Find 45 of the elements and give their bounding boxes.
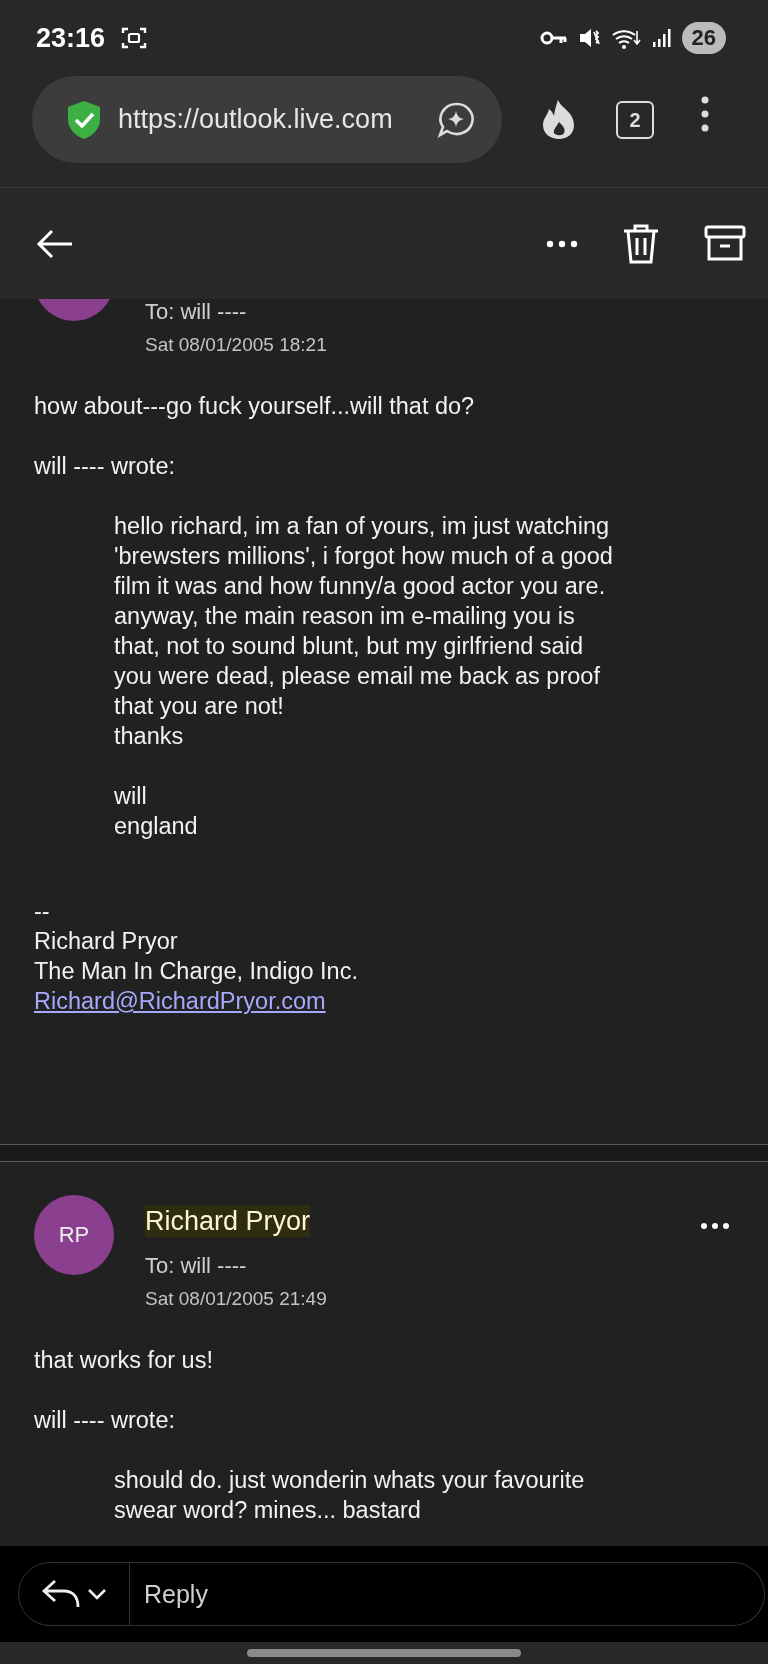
chevron-down-icon (87, 1588, 107, 1600)
screenshot-icon (121, 26, 148, 50)
reply-field[interactable]: Reply (130, 1562, 765, 1626)
status-time: 23:16 (36, 22, 106, 54)
more-icon[interactable] (546, 239, 578, 248)
quoted-text: swear word? mines... bastard (114, 1496, 422, 1525)
battery-indicator: 26 (681, 22, 726, 54)
quoted-text: that, not to sound blunt, but my girlfriend said (114, 632, 584, 661)
quoted-text: 'brewsters millions', i forgot how much of a good (114, 542, 614, 571)
quote-header: will ---- wrote: (34, 452, 176, 481)
quoted-text: anyway, the main reason im e-mailing you is (114, 602, 576, 631)
more-vertical-icon[interactable] (700, 96, 710, 132)
sender-name: Richard Pryor (145, 1205, 311, 1237)
quoted-text: england (114, 812, 199, 841)
quoted-text: should do. just wonderin whats your favourite (114, 1466, 586, 1495)
archive-icon[interactable] (704, 224, 746, 263)
back-arrow-icon[interactable] (36, 228, 74, 259)
signature-text: -- (34, 897, 51, 926)
signal-icon (651, 28, 672, 48)
signature-text: The Man In Charge, Indigo Inc. (34, 957, 359, 986)
signature-text: Richard Pryor (34, 927, 179, 956)
email-link[interactable]: Richard@RichardPryor.com (34, 986, 326, 1016)
message-date: Sat 08/01/2005 18:21 (145, 333, 328, 357)
trash-icon[interactable] (622, 222, 660, 265)
key-icon (539, 30, 568, 46)
recipient-text: To: will ---- (145, 1252, 248, 1280)
message-date: Sat 08/01/2005 21:49 (145, 1287, 328, 1311)
wifi-icon (611, 27, 642, 49)
url-text: https://outlook.live.com (118, 104, 394, 135)
quoted-text: will (114, 782, 148, 811)
more-icon[interactable] (700, 1222, 730, 1230)
quoted-text: you were dead, please email me back as proof (114, 662, 601, 691)
quoted-text: film it was and how funny/a good actor you are. (114, 572, 607, 601)
message-text: that works for us! (34, 1346, 214, 1375)
quoted-text: hello richard, im a fan of yours, im just watching (114, 512, 610, 541)
address-bar[interactable]: https://outlook.live.com (32, 76, 502, 163)
quoted-text: that you are not! (114, 692, 285, 721)
mute-icon (577, 27, 602, 49)
avatar: RP (34, 1195, 114, 1275)
reply-icon (41, 1578, 81, 1610)
tab-count-button[interactable]: 2 (616, 101, 654, 139)
recipient-text: To: will ---- (145, 299, 248, 326)
quoted-text: thanks (114, 722, 185, 751)
message-text: how about---go fuck yourself...will that do? (34, 392, 476, 421)
quote-header: will ---- wrote: (34, 1406, 176, 1435)
